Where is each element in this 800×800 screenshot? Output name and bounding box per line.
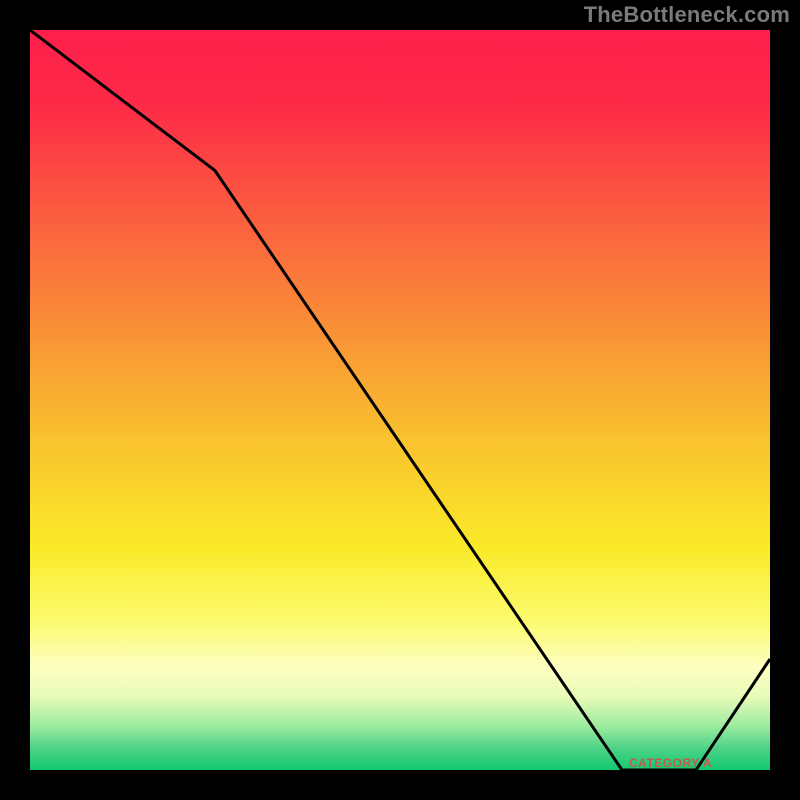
chart-svg bbox=[30, 30, 770, 770]
plot-area: CATEGORY A bbox=[30, 30, 770, 770]
chart-frame: TheBottleneck.com CATEGORY A bbox=[0, 0, 800, 800]
x-axis-marker-label: CATEGORY A bbox=[629, 756, 712, 770]
watermark-text: TheBottleneck.com bbox=[584, 2, 790, 28]
gradient-background bbox=[30, 30, 770, 770]
